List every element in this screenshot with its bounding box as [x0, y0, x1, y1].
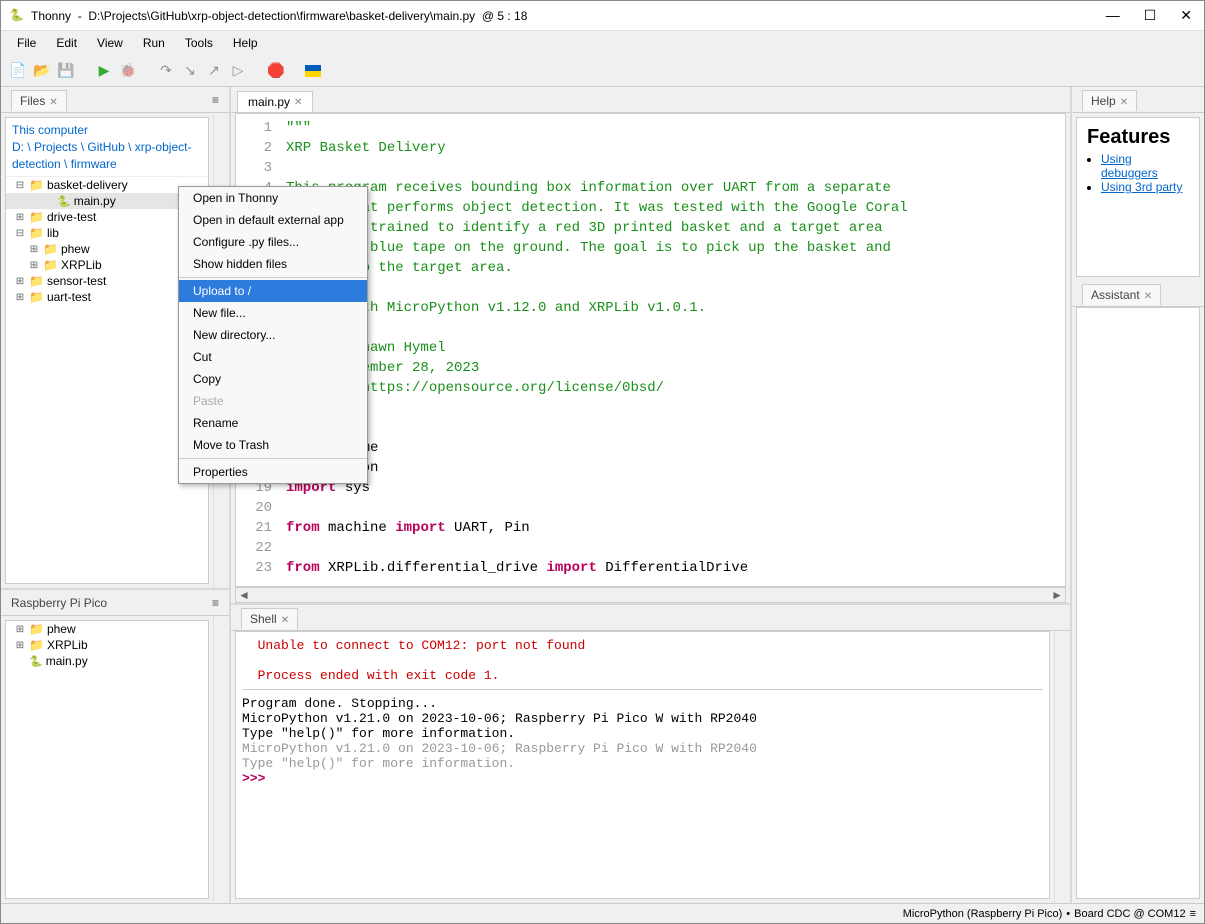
close-icon[interactable]: ✕: [49, 97, 57, 108]
menu-run[interactable]: Run: [135, 34, 173, 52]
device-tab[interactable]: Raspberry Pi Pico ≡: [1, 590, 229, 616]
scrollbar[interactable]: [1054, 631, 1070, 903]
resume-icon[interactable]: ▷: [229, 62, 247, 80]
debug-icon[interactable]: 🐞: [119, 62, 137, 80]
minimize-button[interactable]: —: [1106, 7, 1120, 24]
interpreter-status[interactable]: MicroPython (Raspberry Pi Pico): [903, 908, 1063, 920]
menu-tools[interactable]: Tools: [177, 34, 221, 52]
close-icon[interactable]: ✕: [281, 615, 289, 626]
menu-item-open-in-default-external-app[interactable]: Open in default external app: [179, 209, 367, 231]
panel-menu-icon[interactable]: ≡: [212, 596, 219, 610]
python-icon: 🐍: [29, 655, 43, 668]
maximize-button[interactable]: ☐: [1144, 7, 1157, 24]
menu-item-move-to-trash[interactable]: Move to Trash: [179, 434, 367, 456]
files-tab[interactable]: Files✕ ≡: [1, 87, 229, 113]
close-button[interactable]: ✕: [1180, 7, 1192, 24]
step-into-icon[interactable]: ↘: [181, 62, 199, 80]
menu-item-paste: Paste: [179, 390, 367, 412]
menu-edit[interactable]: Edit: [48, 34, 85, 52]
context-menu: Open in ThonnyOpen in default external a…: [178, 186, 368, 484]
folder-item[interactable]: ⊞📁XRPLib: [6, 637, 208, 653]
assistant-tab[interactable]: Assistant✕: [1072, 281, 1204, 307]
panel-menu-icon[interactable]: ≡: [212, 93, 219, 107]
breadcrumb-item[interactable]: GitHub: [87, 140, 124, 154]
files-breadcrumb[interactable]: This computer D: \ Projects \ GitHub \ x…: [6, 118, 208, 177]
python-icon: 🐍: [57, 195, 71, 208]
step-out-icon[interactable]: ↗: [205, 62, 223, 80]
menu-item-copy[interactable]: Copy: [179, 368, 367, 390]
menu-item-open-in-thonny[interactable]: Open in Thonny: [179, 187, 367, 209]
folder-icon: 📁: [43, 258, 58, 272]
new-file-icon[interactable]: 📄: [9, 62, 27, 80]
folder-icon: 📁: [29, 638, 44, 652]
assistant-content: [1076, 307, 1200, 899]
menu-item-cut[interactable]: Cut: [179, 346, 367, 368]
folder-icon: 📁: [29, 274, 44, 288]
scroll-left-icon[interactable]: ◄: [238, 588, 250, 602]
menu-item-new-file[interactable]: New file...: [179, 302, 367, 324]
statusbar-menu-icon[interactable]: ≡: [1190, 908, 1196, 920]
shell-tab[interactable]: Shell✕: [231, 605, 1070, 631]
menu-view[interactable]: View: [89, 34, 131, 52]
titlebar: 🐍 Thonny - D:\Projects\GitHub\xrp-object…: [1, 1, 1204, 31]
step-over-icon[interactable]: ↷: [157, 62, 175, 80]
port-status[interactable]: Board CDC @ COM12: [1074, 908, 1185, 920]
menu-file[interactable]: File: [9, 34, 44, 52]
menu-item-configure-py-files[interactable]: Configure .py files...: [179, 231, 367, 253]
folder-icon: 📁: [43, 242, 58, 256]
help-content: Features Using debuggersUsing 3rd party: [1076, 117, 1200, 277]
folder-item[interactable]: ⊞📁phew: [6, 621, 208, 637]
help-tab[interactable]: Help✕: [1072, 87, 1204, 113]
editor-tabs: main.py✕: [231, 87, 1070, 113]
toolbar: 📄 📂 💾 ▶ 🐞 ↷ ↘ ↗ ▷ 🛑: [1, 55, 1204, 87]
help-link[interactable]: Using debuggers: [1101, 152, 1158, 180]
folder-icon: 📁: [29, 622, 44, 636]
scrollbar[interactable]: [213, 616, 229, 903]
editor-tab-main[interactable]: main.py✕: [237, 91, 313, 112]
save-file-icon[interactable]: 💾: [57, 62, 75, 80]
menu-item-new-directory[interactable]: New directory...: [179, 324, 367, 346]
menu-item-properties[interactable]: Properties: [179, 461, 367, 483]
menu-item-rename[interactable]: Rename: [179, 412, 367, 434]
close-icon[interactable]: ✕: [1120, 97, 1128, 108]
close-icon[interactable]: ✕: [1144, 291, 1152, 302]
help-link[interactable]: Using 3rd party: [1101, 180, 1182, 194]
file-item[interactable]: 🐍main.py: [6, 653, 208, 669]
menubar: FileEditViewRunToolsHelp: [1, 31, 1204, 55]
window-title: Thonny - D:\Projects\GitHub\xrp-object-d…: [31, 9, 1106, 23]
folder-icon: 📁: [29, 226, 44, 240]
scroll-right-icon[interactable]: ►: [1051, 588, 1063, 602]
app-icon: 🐍: [9, 8, 25, 24]
breadcrumb-item[interactable]: D:: [12, 140, 24, 154]
menu-item-show-hidden-files[interactable]: Show hidden files: [179, 253, 367, 275]
statusbar: MicroPython (Raspberry Pi Pico) • Board …: [1, 903, 1204, 923]
breadcrumb-item[interactable]: Projects: [34, 140, 77, 154]
run-icon[interactable]: ▶: [95, 62, 113, 80]
folder-icon: 📁: [29, 178, 44, 192]
menu-help[interactable]: Help: [225, 34, 266, 52]
folder-icon: 📁: [29, 290, 44, 304]
shell-output[interactable]: Unable to connect to COM12: port not fou…: [235, 631, 1050, 899]
breadcrumb-item[interactable]: firmware: [71, 157, 117, 171]
close-icon[interactable]: ✕: [294, 97, 302, 108]
open-file-icon[interactable]: 📂: [33, 62, 51, 80]
menu-item-upload-to[interactable]: Upload to /: [179, 280, 367, 302]
folder-icon: 📁: [29, 210, 44, 224]
flag-icon[interactable]: [305, 65, 321, 77]
stop-icon[interactable]: 🛑: [267, 62, 285, 80]
